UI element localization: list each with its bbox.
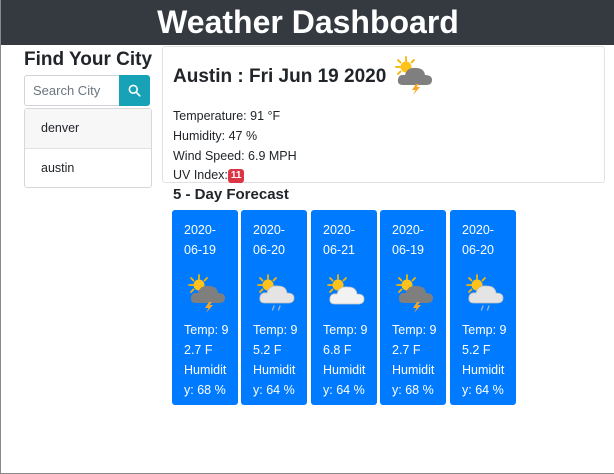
partly-cloudy-icon	[327, 274, 365, 305]
forecast-humidity: Humidity: 64 %	[323, 363, 366, 397]
uv-label: UV Index:	[173, 168, 228, 182]
current-wind-speed: Wind Speed: 6.9 MPH	[173, 149, 297, 163]
forecast-temp: Temp: 92.7 F	[392, 323, 437, 357]
find-city-heading: Find Your City	[24, 49, 153, 70]
forecast-temp: Temp: 95.2 F	[253, 323, 298, 357]
uv-index-badge: 11	[227, 169, 245, 183]
thunderstorm-icon	[188, 274, 225, 313]
thunderstorm-icon	[396, 274, 433, 313]
history-item-austin[interactable]: austin	[25, 148, 151, 187]
search-input[interactable]	[24, 75, 119, 106]
search-history-list: denver austin	[24, 108, 152, 188]
history-item-denver[interactable]: denver	[25, 109, 151, 148]
forecast-date: 2020-06-20	[253, 223, 285, 257]
forecast-temp: Temp: 95.2 F	[462, 323, 507, 357]
forecast-heading: 5 - Day Forecast	[173, 186, 289, 203]
forecast-card: 2020-06-19 Temp: 92.7 F Humidity: 68 %	[172, 210, 238, 405]
forecast-date: 2020-06-20	[462, 223, 494, 257]
forecast-card: 2020-06-19 Temp: 92.7 F Humidity: 68 %	[380, 210, 446, 405]
forecast-card: 2020-06-20 Temp: 95.2 F Humidity: 64 %	[241, 210, 307, 405]
search-icon	[128, 84, 141, 97]
thunderstorm-icon	[395, 56, 433, 95]
forecast-humidity: Humidity: 68 %	[392, 363, 435, 397]
search-group	[24, 75, 150, 106]
forecast-humidity: Humidity: 64 %	[253, 363, 296, 397]
forecast-temp: Temp: 96.8 F	[323, 323, 368, 357]
forecast-humidity: Humidity: 68 %	[184, 363, 227, 397]
current-weather-card: Austin : Fri Jun 19 2020 Temperature: 91…	[162, 46, 605, 183]
current-humidity: Humidity: 47 %	[173, 129, 258, 143]
forecast-date: 2020-06-19	[392, 223, 424, 257]
page-title: Weather Dashboard	[157, 4, 459, 40]
forecast-date: 2020-06-19	[184, 223, 216, 257]
current-uv-row: UV Index: 11	[173, 168, 245, 183]
current-city-title: Austin : Fri Jun 19 2020	[173, 66, 387, 87]
forecast-temp: Temp: 92.7 F	[184, 323, 229, 357]
forecast-date: 2020-06-21	[323, 223, 355, 257]
forecast-humidity: Humidity: 64 %	[462, 363, 505, 397]
current-temperature: Temperature: 91 °F	[173, 109, 281, 123]
partly-cloudy-rain-icon	[257, 274, 295, 311]
app-header: Weather Dashboard	[1, 0, 614, 45]
partly-cloudy-rain-icon	[466, 274, 504, 311]
search-button[interactable]	[119, 75, 150, 106]
forecast-card: 2020-06-21 Temp: 96.8 F Humidity: 64 %	[311, 210, 377, 405]
forecast-card: 2020-06-20 Temp: 95.2 F Humidity: 64 %	[450, 210, 516, 405]
